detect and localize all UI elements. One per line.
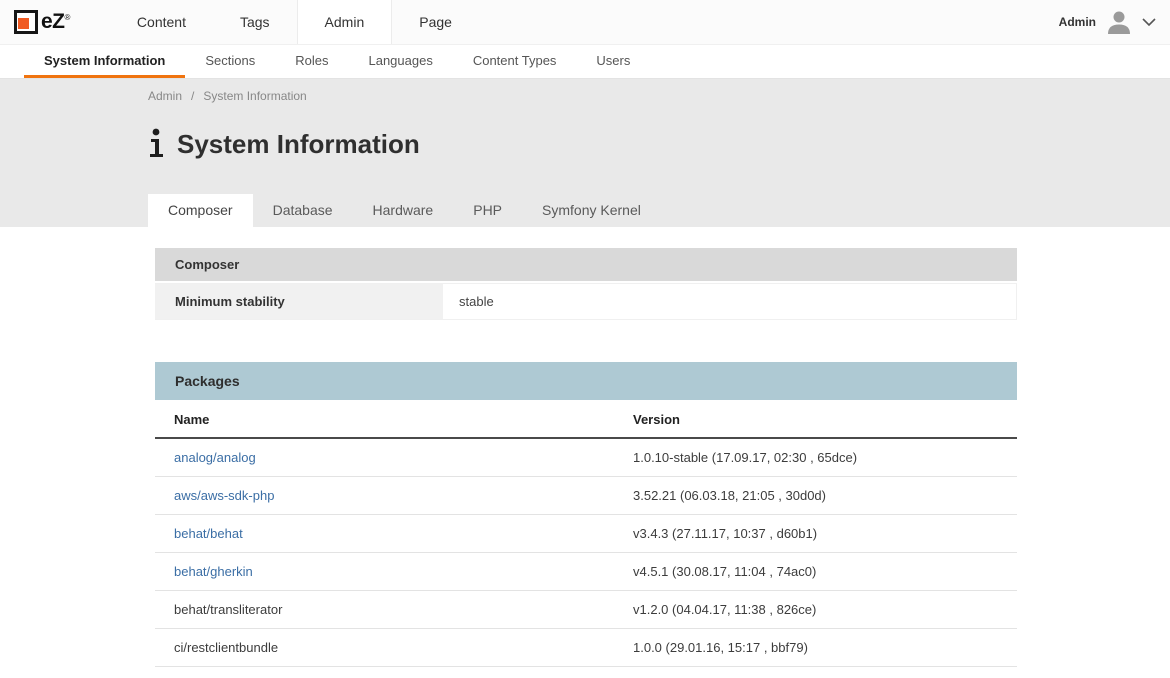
menu-item-admin[interactable]: Admin — [297, 0, 393, 44]
subnav-item-sections[interactable]: Sections — [185, 45, 275, 78]
package-version: v1.2.0 (04.04.17, 11:38 , 826ce) — [614, 591, 1017, 629]
package-name-link[interactable]: behat/gherkin — [155, 553, 614, 591]
packages-table: Packages Name Version analog/analog 1.0.… — [155, 362, 1017, 678]
chevron-down-icon — [1142, 18, 1156, 26]
title-row: System Information — [148, 127, 1170, 159]
page-header: Admin / System Information System Inform… — [0, 79, 1170, 227]
package-version: 1.0.10-stable (17.09.17, 02:30 , 65dce) — [614, 438, 1017, 477]
row-label: Minimum stability — [155, 284, 443, 319]
menu-item-tags[interactable]: Tags — [213, 0, 297, 44]
topbar: eZ® Content Tags Admin Page Admin — [0, 0, 1170, 45]
package-name-link[interactable]: behat/behat — [155, 515, 614, 553]
main-menu: Content Tags Admin Page — [110, 0, 479, 44]
breadcrumb: Admin / System Information — [148, 79, 1170, 103]
breadcrumb-current: System Information — [203, 89, 306, 103]
column-header-name: Name — [155, 400, 614, 438]
page-title: System Information — [177, 130, 420, 159]
column-header-version: Version — [614, 400, 1017, 438]
breadcrumb-separator: / — [191, 89, 194, 103]
package-name: ci/restclientbundle — [155, 629, 614, 667]
packages-column-header-row: Name Version — [155, 400, 1017, 438]
table-row: aws/aws-sdk-php 3.52.21 (06.03.18, 21:05… — [155, 477, 1017, 515]
composer-table: Composer Minimum stability stable — [155, 248, 1017, 320]
user-name: Admin — [1059, 15, 1096, 29]
admin-subnav: System Information Sections Roles Langua… — [0, 45, 1170, 79]
menu-item-page[interactable]: Page — [392, 0, 479, 44]
package-version: 3.52.21 (06.03.18, 21:05 , 30d0d) — [614, 477, 1017, 515]
table-row: behat/gherkin v4.5.1 (30.08.17, 11:04 , … — [155, 553, 1017, 591]
tab-panel-composer: Composer Minimum stability stable Packag… — [0, 227, 1170, 678]
avatar-icon — [1105, 8, 1133, 36]
ez-logo-text: eZ® — [41, 10, 70, 34]
menu-item-content[interactable]: Content — [110, 0, 213, 44]
user-menu[interactable]: Admin — [1059, 0, 1170, 44]
subnav-item-languages[interactable]: Languages — [348, 45, 452, 78]
tab-symfony-kernel[interactable]: Symfony Kernel — [522, 194, 661, 227]
subnav-item-roles[interactable]: Roles — [275, 45, 348, 78]
table-row: behat/transliterator v1.2.0 (04.04.17, 1… — [155, 591, 1017, 629]
package-name-link[interactable]: analog/analog — [155, 438, 614, 477]
table-row: composer/ca-bundle 1.1.0 (29.11.17, 09:3… — [155, 667, 1017, 678]
table-row: ci/restclientbundle 1.0.0 (29.01.16, 15:… — [155, 629, 1017, 667]
package-version: v4.5.1 (30.08.17, 11:04 , 74ac0) — [614, 553, 1017, 591]
table-row: analog/analog 1.0.10-stable (17.09.17, 0… — [155, 438, 1017, 477]
ez-logo-icon — [14, 10, 38, 34]
registered-mark: ® — [65, 13, 70, 22]
packages-table-header: Packages — [155, 362, 1017, 400]
tab-database[interactable]: Database — [253, 194, 353, 227]
tab-php[interactable]: PHP — [453, 194, 522, 227]
composer-table-header: Composer — [155, 248, 1017, 281]
tab-hardware[interactable]: Hardware — [353, 194, 454, 227]
ez-logo[interactable]: eZ® — [0, 0, 70, 44]
package-name: behat/transliterator — [155, 591, 614, 629]
table-row: behat/behat v3.4.3 (27.11.17, 10:37 , d6… — [155, 515, 1017, 553]
table-row: Minimum stability stable — [155, 283, 1017, 320]
package-version: v3.4.3 (27.11.17, 10:37 , d60b1) — [614, 515, 1017, 553]
system-info-tabs: Composer Database Hardware PHP Symfony K… — [148, 194, 1170, 227]
subnav-item-users[interactable]: Users — [576, 45, 650, 78]
package-name: composer/ca-bundle — [155, 667, 614, 678]
tab-composer[interactable]: Composer — [148, 194, 253, 227]
breadcrumb-admin[interactable]: Admin — [148, 89, 182, 103]
subnav-item-system-information[interactable]: System Information — [24, 45, 185, 78]
package-version: 1.1.0 (29.11.17, 09:37 , 943b2) — [614, 667, 1017, 678]
system-information-icon — [148, 128, 164, 159]
row-value: stable — [443, 284, 1016, 319]
package-version: 1.0.0 (29.01.16, 15:17 , bbf79) — [614, 629, 1017, 667]
package-name-link[interactable]: aws/aws-sdk-php — [155, 477, 614, 515]
subnav-item-content-types[interactable]: Content Types — [453, 45, 577, 78]
